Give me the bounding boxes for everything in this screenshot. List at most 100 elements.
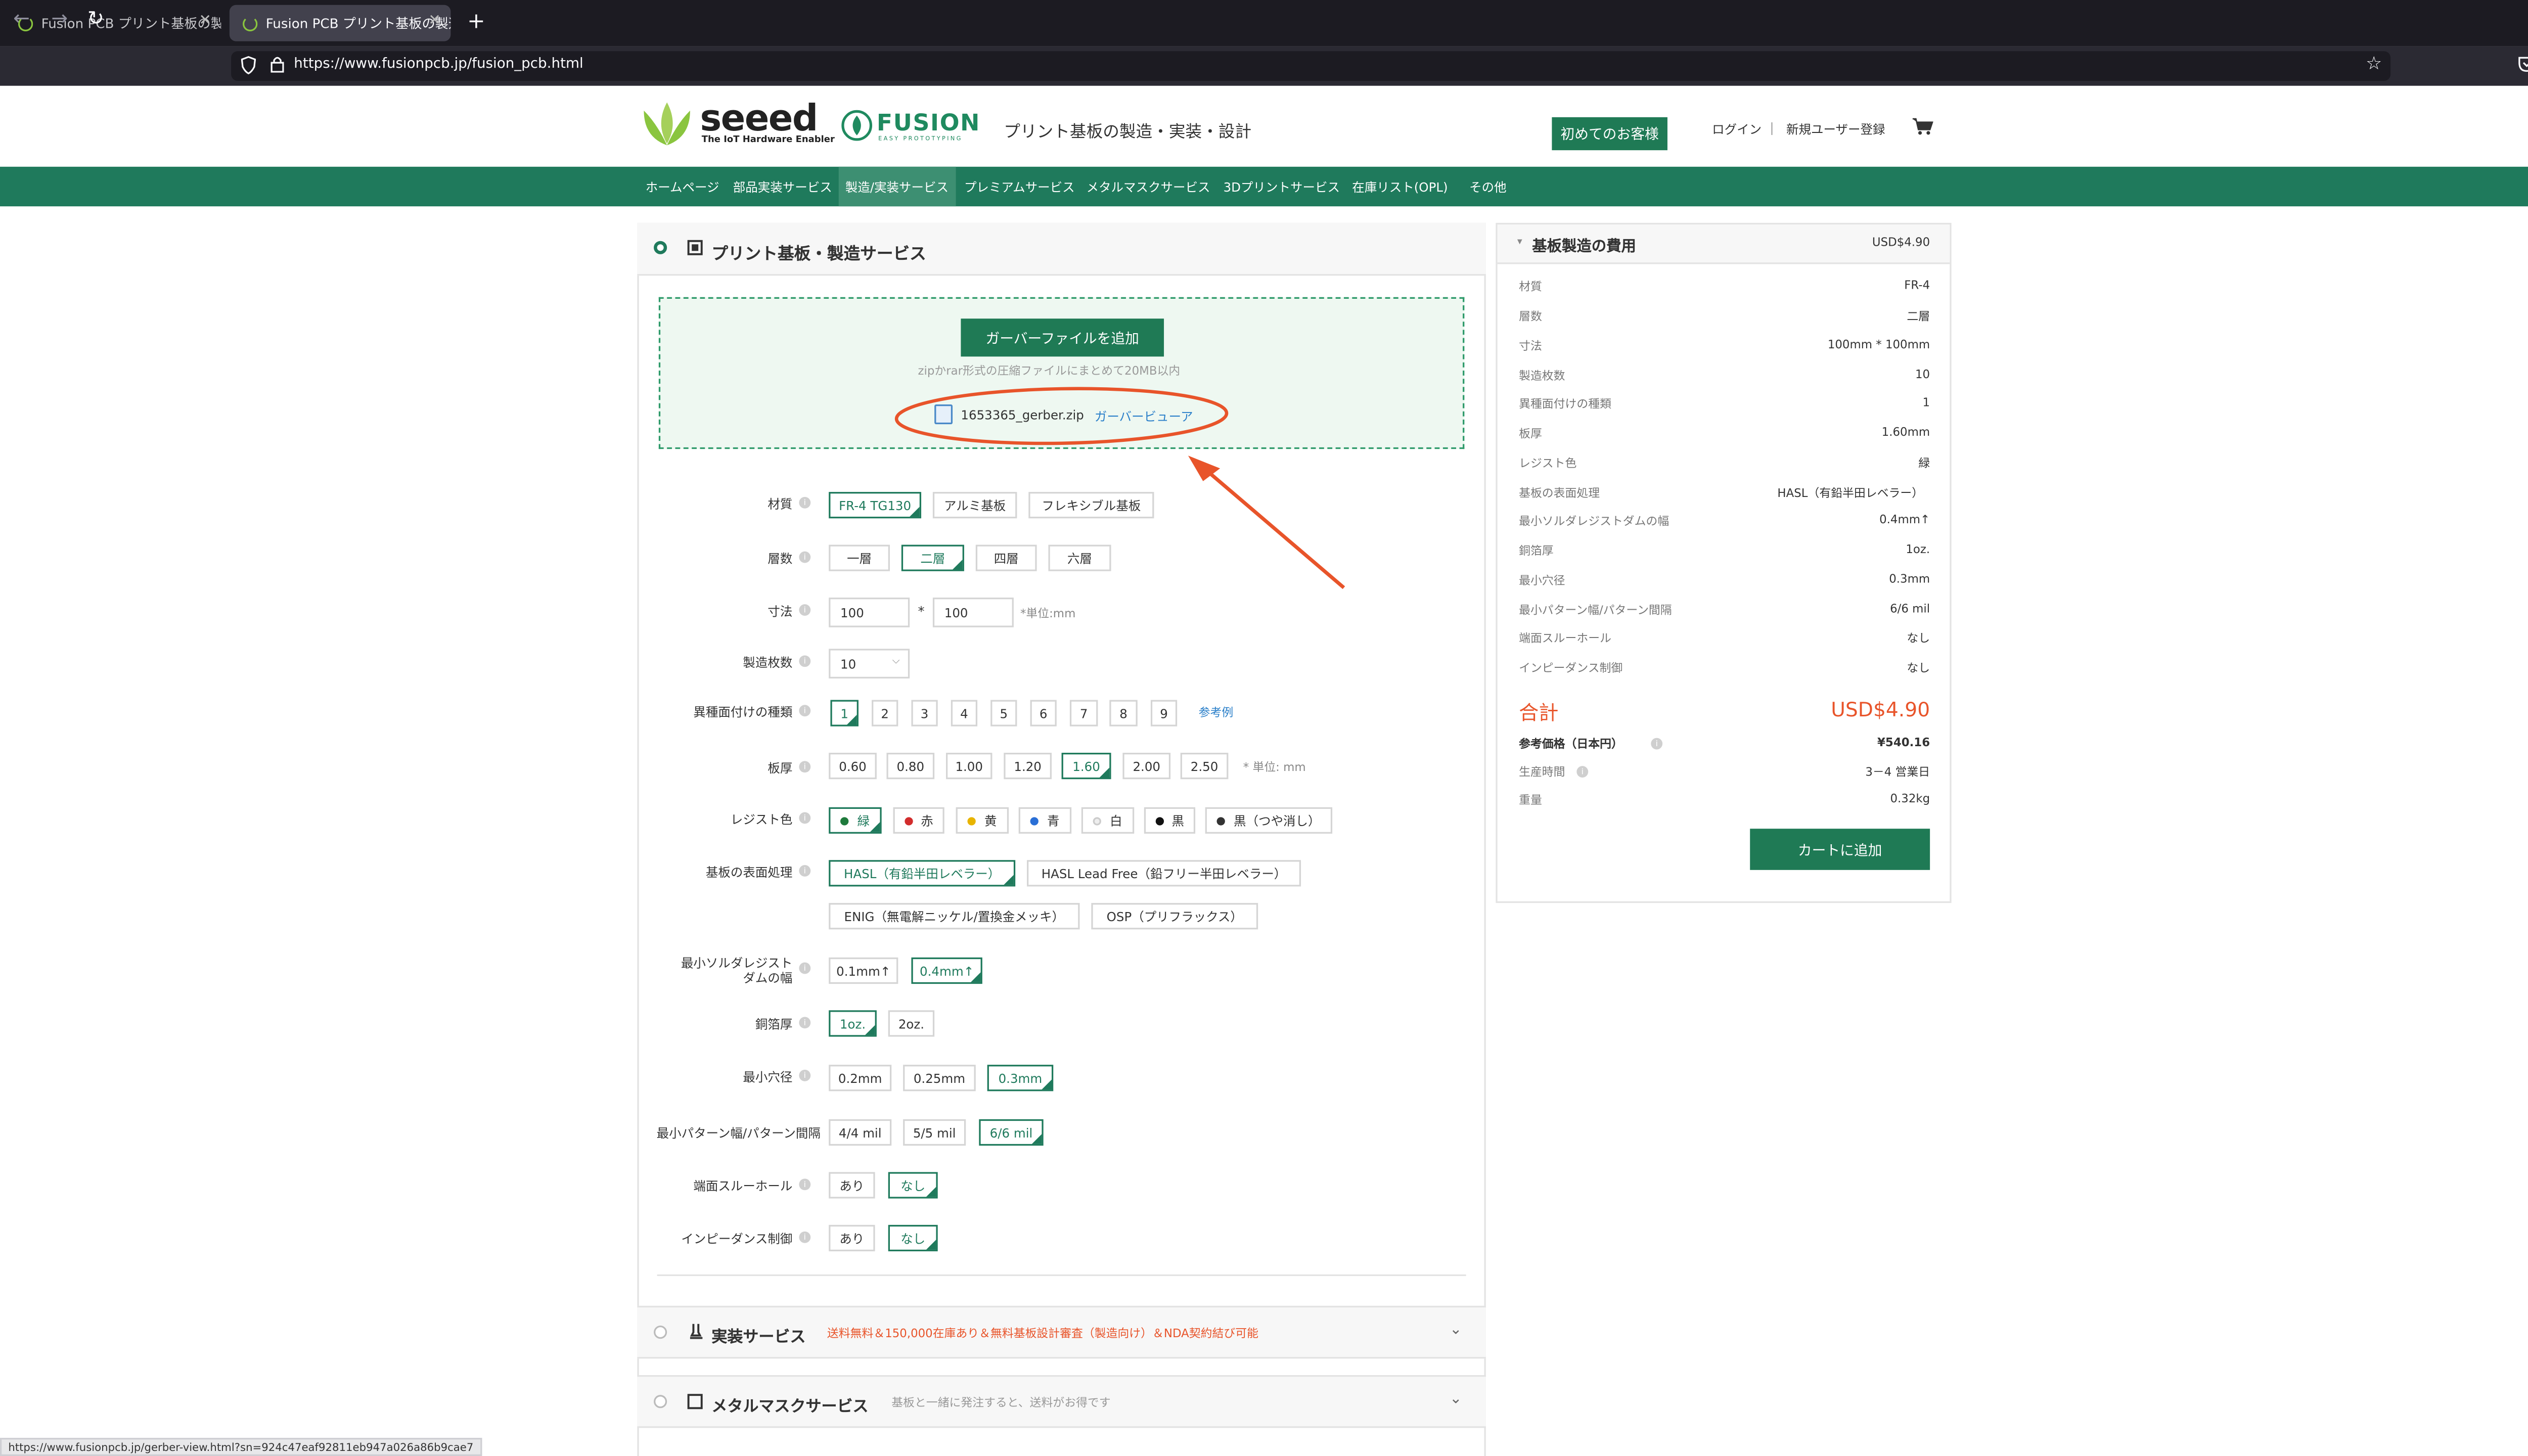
impedance-option[interactable]: なし	[888, 1224, 938, 1252]
layer-option[interactable]: 六層	[1048, 544, 1111, 571]
add-gerber-button[interactable]: ガーバーファイルを追加	[961, 318, 1164, 357]
design-option[interactable]: 6	[1030, 700, 1057, 726]
color-option[interactable]: 黄	[956, 807, 1009, 834]
info-icon[interactable]: i	[799, 705, 811, 717]
add-to-cart-button[interactable]: カートに追加	[1750, 829, 1930, 870]
design-option[interactable]: 7	[1069, 700, 1098, 726]
design-option[interactable]: 8	[1109, 700, 1138, 726]
copper-option[interactable]: 1oz.	[829, 1010, 877, 1037]
info-icon[interactable]: i	[799, 1069, 811, 1081]
size-height-input[interactable]: 100	[932, 598, 1014, 627]
thickness-option[interactable]: 1.00	[946, 752, 992, 780]
layer-option[interactable]: 四層	[975, 544, 1037, 571]
design-option[interactable]: 5	[990, 700, 1017, 726]
size-width-input[interactable]: 100	[829, 598, 910, 627]
forward-icon[interactable]: →	[51, 7, 68, 30]
trace-option[interactable]: 5/5 mil	[903, 1119, 966, 1146]
castellated-option[interactable]: あり	[829, 1172, 875, 1199]
info-icon[interactable]: i	[799, 1017, 811, 1029]
impedance-option[interactable]: あり	[829, 1224, 875, 1252]
shield-icon[interactable]	[241, 56, 256, 74]
chevron-down-icon[interactable]: ⌄	[1450, 1323, 1462, 1339]
back-icon[interactable]: ←	[13, 7, 30, 30]
pcb-section-radio[interactable]	[654, 241, 667, 254]
mask-option[interactable]: 0.1mm↑	[829, 957, 898, 984]
browser-tab-1[interactable]: Fusion PCB プリント基板の製造・実装・設計 ✕	[5, 5, 221, 41]
trace-option[interactable]: 4/4 mil	[829, 1119, 892, 1146]
info-icon[interactable]: i	[799, 496, 811, 509]
color-option[interactable]: 青	[1018, 807, 1072, 834]
thickness-option[interactable]: 2.50	[1180, 752, 1229, 780]
nav-item-3dprint[interactable]: 3Dプリントサービス	[1217, 167, 1346, 206]
info-icon[interactable]: i	[799, 604, 811, 616]
seeed-logo-text[interactable]: seeed	[700, 99, 818, 141]
nav-item-home[interactable]: ホームページ	[639, 167, 726, 206]
color-option[interactable]: 白	[1081, 807, 1135, 834]
fusion-logo-icon[interactable]	[840, 109, 873, 142]
info-icon[interactable]: i	[799, 1231, 811, 1243]
thickness-option[interactable]: 2.00	[1122, 752, 1171, 780]
reload-icon[interactable]: ↻	[87, 7, 104, 30]
info-icon[interactable]: i	[799, 1178, 811, 1191]
design-option[interactable]: 4	[951, 700, 978, 726]
castellated-option[interactable]: なし	[888, 1172, 938, 1199]
finish-option[interactable]: HASL（有鉛半田レベラー）	[829, 860, 1016, 887]
nav-item-other[interactable]: その他	[1463, 167, 1513, 206]
layer-option[interactable]: 一層	[829, 544, 890, 571]
nav-item-stencil[interactable]: メタルマスクサービス	[1080, 167, 1217, 206]
layer-option[interactable]: 二層	[901, 544, 964, 571]
thickness-option[interactable]: 1.20	[1004, 752, 1052, 780]
cart-icon[interactable]	[1912, 117, 1933, 135]
nav-item-fab[interactable]: 製造/実装サービス	[838, 166, 956, 207]
info-icon[interactable]: i	[799, 761, 811, 773]
new-tab-icon[interactable]: +	[467, 10, 485, 35]
bookmark-star-icon[interactable]: ☆	[2366, 53, 2382, 74]
thickness-option[interactable]: 0.60	[829, 752, 877, 780]
design-option[interactable]: 9	[1150, 700, 1178, 726]
design-option[interactable]: 2	[872, 700, 898, 726]
design-option[interactable]: 3	[911, 700, 938, 726]
register-link[interactable]: 新規ユーザー登録	[1786, 120, 1885, 139]
hole-option[interactable]: 0.2mm	[829, 1065, 892, 1091]
lock-icon[interactable]	[270, 56, 284, 73]
hole-option[interactable]: 0.3mm	[987, 1065, 1054, 1091]
nav-item-assembly[interactable]: 部品実装サービス	[727, 167, 839, 206]
fusion-logo-text[interactable]: FUSION	[877, 111, 980, 137]
pocket-icon[interactable]	[2518, 56, 2528, 73]
finish-option[interactable]: OSP（プリフラックス）	[1091, 903, 1258, 930]
hole-option[interactable]: 0.25mm	[903, 1065, 976, 1091]
thickness-option[interactable]: 1.60	[1061, 752, 1111, 780]
assembly-radio[interactable]	[654, 1326, 667, 1339]
thickness-option[interactable]: 0.80	[886, 752, 935, 780]
material-option[interactable]: フレキシブル基板	[1028, 492, 1154, 519]
nav-item-opl[interactable]: 在庫リスト(OPL)	[1345, 167, 1454, 206]
info-icon[interactable]: i	[799, 865, 811, 877]
seeed-leaf-logo-icon[interactable]	[641, 101, 693, 147]
trace-option[interactable]: 6/6 mil	[979, 1119, 1044, 1146]
info-icon[interactable]: i	[799, 655, 811, 667]
color-option[interactable]: 緑	[829, 807, 882, 834]
info-icon[interactable]: i	[799, 551, 811, 563]
info-icon[interactable]: i	[1651, 738, 1663, 750]
finish-option[interactable]: ENIG（無電解ニッケル/置換金メッキ）	[829, 903, 1080, 930]
color-option[interactable]: 黒	[1144, 807, 1196, 834]
stencil-radio[interactable]	[654, 1395, 667, 1408]
copper-option[interactable]: 2oz.	[888, 1010, 935, 1037]
browser-tab-2[interactable]: Fusion PCB プリント基板の製造・実装・設計 ✕	[229, 5, 451, 41]
first-visit-button[interactable]: 初めてのお客様	[1552, 117, 1667, 151]
design-option[interactable]: 1	[830, 700, 859, 726]
finish-option[interactable]: HASL Lead Free（鉛フリー半田レベラー）	[1027, 860, 1301, 887]
close-tab-icon[interactable]: ✕	[199, 13, 211, 30]
info-icon[interactable]: i	[799, 812, 811, 824]
login-link[interactable]: ログイン	[1712, 120, 1762, 139]
quantity-select[interactable]: 10 ⌵	[829, 649, 910, 679]
mask-option[interactable]: 0.4mm↑	[911, 957, 982, 984]
color-option[interactable]: 黒（つや消し）	[1205, 807, 1333, 834]
close-tab-icon[interactable]: ✕	[428, 13, 441, 30]
info-icon[interactable]: i	[799, 962, 811, 974]
nav-item-premium[interactable]: プレミアムサービス	[958, 167, 1081, 206]
design-example-link[interactable]: 参考例	[1199, 705, 1234, 721]
chevron-down-icon[interactable]: ⌄	[1450, 1392, 1462, 1408]
info-icon[interactable]: i	[1576, 766, 1589, 778]
color-option[interactable]: 赤	[893, 807, 944, 834]
